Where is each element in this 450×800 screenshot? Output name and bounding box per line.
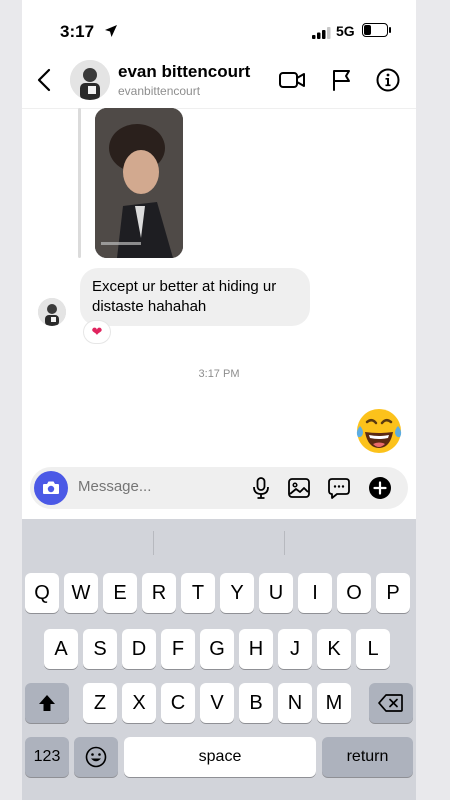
key-i[interactable]: I (298, 573, 332, 613)
key-e[interactable]: E (103, 573, 137, 613)
emoji-key[interactable] (74, 737, 118, 777)
chat-header: evan bittencourt evanbittencourt (22, 56, 416, 109)
microphone-icon[interactable] (249, 476, 273, 505)
received-message-bubble[interactable]: Except ur better at hiding ur distaste h… (80, 268, 310, 326)
video-call-icon[interactable] (278, 68, 306, 97)
network-label: 5G (336, 23, 355, 39)
app-screen: 3:17 5G evan bittencourt evanbittencourt… (22, 0, 416, 800)
shift-key[interactable] (25, 683, 69, 723)
key-z[interactable]: Z (83, 683, 117, 723)
key-v[interactable]: V (200, 683, 234, 723)
key-m[interactable]: M (317, 683, 351, 723)
key-p[interactable]: P (376, 573, 410, 613)
key-t[interactable]: T (181, 573, 215, 613)
flag-icon[interactable] (330, 68, 354, 97)
back-chevron-icon[interactable] (34, 68, 56, 97)
message-composer (30, 467, 408, 509)
key-j[interactable]: J (278, 629, 312, 669)
key-g[interactable]: G (200, 629, 234, 669)
key-d[interactable]: D (122, 629, 156, 669)
info-icon[interactable] (376, 68, 400, 97)
key-c[interactable]: C (161, 683, 195, 723)
suggestion-divider (284, 531, 285, 555)
return-key[interactable]: return (322, 737, 413, 777)
location-arrow-icon (104, 24, 118, 43)
key-y[interactable]: Y (220, 573, 254, 613)
sender-avatar[interactable] (38, 298, 66, 326)
key-w[interactable]: W (64, 573, 98, 613)
key-u[interactable]: U (259, 573, 293, 613)
suggestion-divider (153, 531, 154, 555)
key-n[interactable]: N (278, 683, 312, 723)
message-thread: Except ur better at hiding ur distaste h… (22, 108, 416, 460)
camera-button[interactable] (34, 471, 68, 505)
numbers-key[interactable]: 123 (25, 737, 69, 777)
key-r[interactable]: R (142, 573, 176, 613)
key-a[interactable]: A (44, 629, 78, 669)
battery-icon (362, 23, 391, 37)
status-bar: 3:17 5G (22, 0, 416, 56)
sticker-icon[interactable] (327, 476, 351, 505)
message-input[interactable] (78, 478, 228, 495)
key-b[interactable]: B (239, 683, 273, 723)
signal-bars-icon (312, 26, 332, 44)
contact-username: evanbittencourt (118, 84, 201, 98)
shift-arrow-icon (39, 695, 55, 711)
key-x[interactable]: X (122, 683, 156, 723)
shared-media-thumbnail[interactable] (95, 108, 183, 258)
suggestion-bar (22, 519, 416, 567)
message-timestamp: 3:17 PM (198, 368, 240, 380)
space-key[interactable]: space (124, 737, 316, 777)
heart-reaction[interactable]: ❤ (84, 321, 110, 343)
add-icon[interactable] (368, 476, 392, 505)
key-o[interactable]: O (337, 573, 371, 613)
smiley-icon (85, 746, 107, 768)
key-k[interactable]: K (317, 629, 351, 669)
backspace-icon (378, 694, 403, 712)
key-l[interactable]: L (356, 629, 390, 669)
laughing-emoji-icon[interactable] (352, 404, 406, 458)
key-f[interactable]: F (161, 629, 195, 669)
avatar[interactable] (70, 60, 110, 100)
gallery-icon[interactable] (287, 476, 311, 505)
key-q[interactable]: Q (25, 573, 59, 613)
delete-key[interactable] (369, 683, 413, 723)
key-h[interactable]: H (239, 629, 273, 669)
key-s[interactable]: S (83, 629, 117, 669)
status-time: 3:17 (60, 22, 95, 41)
reply-indicator-line (78, 108, 81, 258)
contact-name[interactable]: evan bittencourt (118, 62, 250, 82)
keyboard: Q W E R T Y U I O P A S D F G H J K L Z … (22, 519, 416, 800)
